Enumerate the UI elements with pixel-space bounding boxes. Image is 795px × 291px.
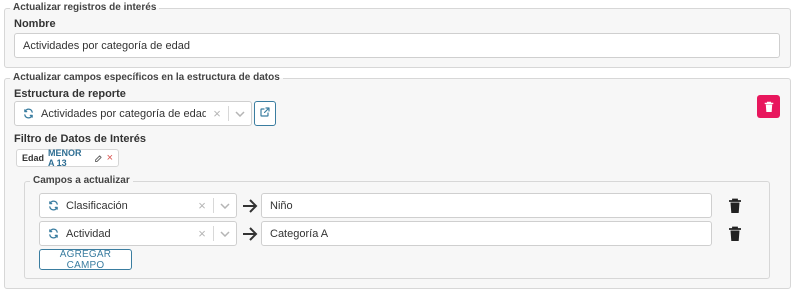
arrow-right-icon xyxy=(243,227,258,241)
filter-label: Filtro de Datos de Interés xyxy=(14,133,147,145)
value-input-text: Categoría A xyxy=(270,227,329,240)
clear-icon[interactable]: × xyxy=(191,226,213,241)
specific-fields-legend: Actualizar campos específicos en la estr… xyxy=(13,72,280,83)
delete-structure-button[interactable] xyxy=(757,95,780,118)
clear-icon[interactable]: × xyxy=(191,198,213,213)
field-select-row-1[interactable]: Clasificación × xyxy=(39,193,237,218)
edit-icon[interactable] xyxy=(94,154,103,163)
fields-to-update-legend: Campos a actualizar xyxy=(33,175,130,186)
arrow-right-icon xyxy=(243,199,258,213)
filter-chip-field: Edad xyxy=(22,153,45,163)
trash-icon[interactable] xyxy=(728,226,742,242)
external-link-icon xyxy=(259,106,271,121)
field-select-row-2[interactable]: Actividad × xyxy=(39,221,237,246)
interest-records-legend: Actualizar registros de interés xyxy=(13,2,157,13)
report-structure-value: Actividades por categoría de edad xyxy=(41,107,206,120)
filter-chip: Edad MENOR A 13 × xyxy=(16,148,119,168)
chevron-down-icon[interactable] xyxy=(229,110,251,117)
sync-icon xyxy=(40,200,66,211)
sync-icon xyxy=(40,228,66,239)
chevron-down-icon[interactable] xyxy=(214,202,236,209)
filter-chip-condition: MENOR A 13 xyxy=(48,148,82,168)
field-select-value: Actividad xyxy=(66,227,111,240)
trash-icon[interactable] xyxy=(728,198,742,214)
remove-filter-icon[interactable]: × xyxy=(107,152,113,163)
field-select-value: Clasificación xyxy=(66,199,128,212)
value-input-row-1[interactable]: Niño xyxy=(261,193,712,218)
value-input-text: Niño xyxy=(270,199,293,212)
chevron-down-icon[interactable] xyxy=(214,230,236,237)
add-field-button[interactable]: AGREGAR CAMPO xyxy=(39,249,132,271)
report-structure-select[interactable]: Actividades por categoría de edad × xyxy=(14,101,252,126)
open-external-button[interactable] xyxy=(254,101,276,126)
name-input[interactable]: Actividades por categoría de edad xyxy=(14,33,780,58)
clear-icon[interactable]: × xyxy=(206,106,228,121)
name-label: Nombre xyxy=(14,18,56,30)
report-structure-label: Estructura de reporte xyxy=(14,88,126,100)
value-input-row-2[interactable]: Categoría A xyxy=(261,221,712,246)
name-input-value: Actividades por categoría de edad xyxy=(23,39,190,52)
trash-icon xyxy=(764,101,773,112)
sync-icon xyxy=(15,108,41,119)
